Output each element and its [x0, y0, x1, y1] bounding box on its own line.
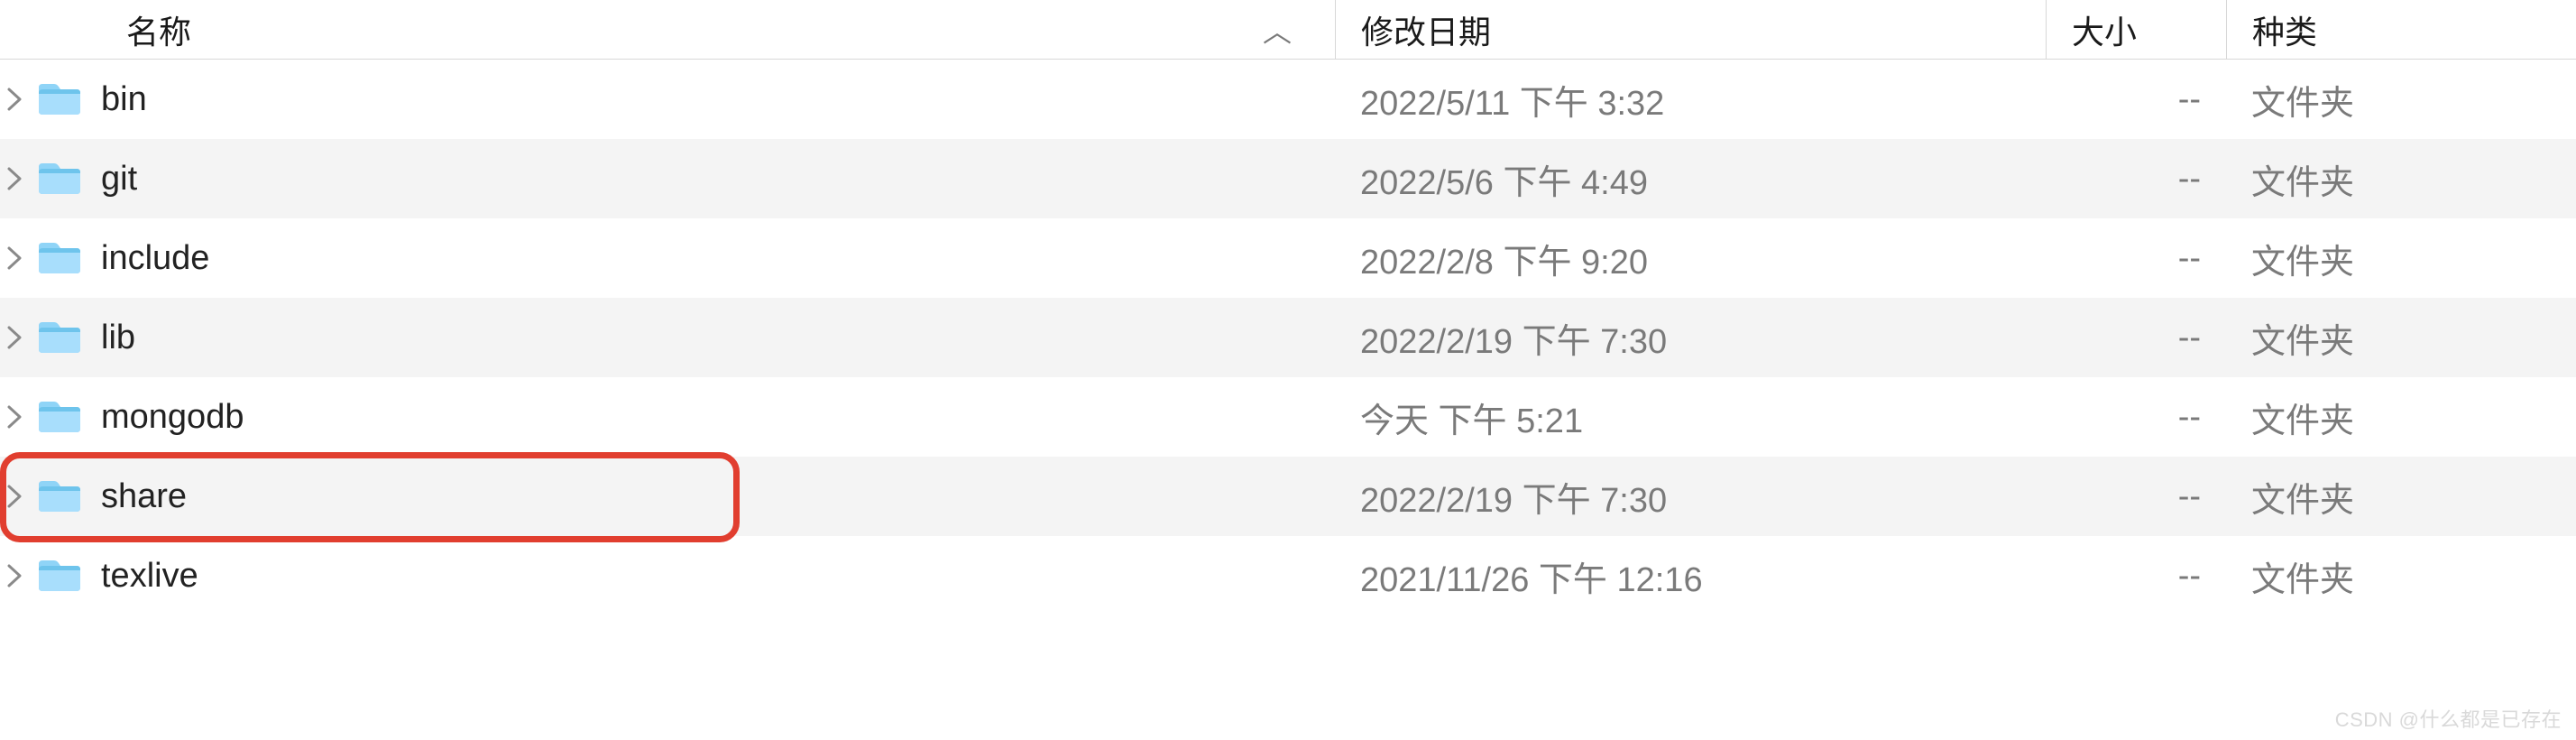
cell-kind: 文件夹 — [2226, 472, 2576, 522]
disclosure-triangle-icon[interactable] — [4, 325, 25, 350]
cell-name: git — [0, 139, 1335, 218]
cell-name: share — [0, 457, 1335, 536]
cell-name: mongodb — [0, 377, 1335, 457]
folder-icon — [36, 160, 83, 198]
cell-name: bin — [0, 60, 1335, 139]
disclosure-triangle-icon[interactable] — [4, 404, 25, 430]
table-row-bin[interactable]: bin 2022/5/11 下午 3:32 -- 文件夹 — [0, 60, 2576, 139]
file-name: include — [101, 239, 209, 278]
table-row-share[interactable]: share 2022/2/19 下午 7:30 -- 文件夹 — [0, 457, 2576, 536]
folder-icon — [36, 80, 83, 118]
rows-container: bin 2022/5/11 下午 3:32 -- 文件夹 git 2022/5/… — [0, 60, 2576, 615]
cell-kind: 文件夹 — [2226, 234, 2576, 283]
cell-size: -- — [2046, 80, 2226, 119]
cell-kind: 文件夹 — [2226, 313, 2576, 363]
cell-name: include — [0, 218, 1335, 298]
cell-size: -- — [2046, 160, 2226, 199]
folder-icon — [36, 398, 83, 436]
file-name: texlive — [101, 557, 198, 596]
cell-date: 2022/2/8 下午 9:20 — [1335, 234, 2046, 283]
cell-date: 2022/2/19 下午 7:30 — [1335, 472, 2046, 522]
column-header-size-label: 大小 — [2072, 6, 2137, 53]
file-browser: 名称 ︿ 修改日期 大小 种类 bin 202 — [0, 0, 2576, 615]
sort-ascending-icon: ︿ — [1263, 9, 1292, 51]
column-header-name[interactable]: 名称 ︿ — [0, 6, 1335, 53]
cell-date: 2022/2/19 下午 7:30 — [1335, 313, 2046, 363]
column-header-date-label: 修改日期 — [1361, 6, 1491, 53]
column-header-date[interactable]: 修改日期 — [1335, 0, 2046, 59]
cell-size: -- — [2046, 319, 2226, 357]
table-row-git[interactable]: git 2022/5/6 下午 4:49 -- 文件夹 — [0, 139, 2576, 218]
cell-name: lib — [0, 298, 1335, 377]
cell-size: -- — [2046, 477, 2226, 516]
table-row-texlive[interactable]: texlive 2021/11/26 下午 12:16 -- 文件夹 — [0, 536, 2576, 615]
table-row-include[interactable]: include 2022/2/8 下午 9:20 -- 文件夹 — [0, 218, 2576, 298]
folder-icon — [36, 319, 83, 356]
file-name: share — [101, 477, 187, 516]
folder-icon — [36, 557, 83, 595]
disclosure-triangle-icon[interactable] — [4, 484, 25, 509]
column-header-name-label: 名称 — [126, 6, 191, 53]
header-row: 名称 ︿ 修改日期 大小 种类 — [0, 0, 2576, 60]
disclosure-triangle-icon[interactable] — [4, 166, 25, 191]
cell-size: -- — [2046, 239, 2226, 278]
table-row-lib[interactable]: lib 2022/2/19 下午 7:30 -- 文件夹 — [0, 298, 2576, 377]
cell-date: 2022/5/6 下午 4:49 — [1335, 154, 2046, 204]
column-header-size[interactable]: 大小 — [2046, 0, 2226, 59]
column-header-kind-label: 种类 — [2252, 6, 2317, 53]
disclosure-triangle-icon[interactable] — [4, 245, 25, 271]
cell-name: texlive — [0, 536, 1335, 615]
file-name: git — [101, 160, 137, 199]
file-name: bin — [101, 80, 147, 119]
cell-kind: 文件夹 — [2226, 393, 2576, 442]
watermark: CSDN @什么都是已存在 — [2335, 704, 2562, 733]
cell-size: -- — [2046, 398, 2226, 437]
cell-date: 今天 下午 5:21 — [1335, 393, 2046, 442]
folder-icon — [36, 239, 83, 277]
folder-icon — [36, 477, 83, 515]
cell-kind: 文件夹 — [2226, 551, 2576, 601]
disclosure-triangle-icon[interactable] — [4, 563, 25, 588]
cell-size: -- — [2046, 557, 2226, 596]
column-header-kind[interactable]: 种类 — [2226, 0, 2576, 59]
cell-kind: 文件夹 — [2226, 75, 2576, 125]
cell-date: 2021/11/26 下午 12:16 — [1335, 551, 2046, 601]
file-name: mongodb — [101, 398, 244, 437]
table-row-mongodb[interactable]: mongodb 今天 下午 5:21 -- 文件夹 — [0, 377, 2576, 457]
file-name: lib — [101, 319, 135, 357]
disclosure-triangle-icon[interactable] — [4, 87, 25, 112]
cell-kind: 文件夹 — [2226, 154, 2576, 204]
cell-date: 2022/5/11 下午 3:32 — [1335, 75, 2046, 125]
